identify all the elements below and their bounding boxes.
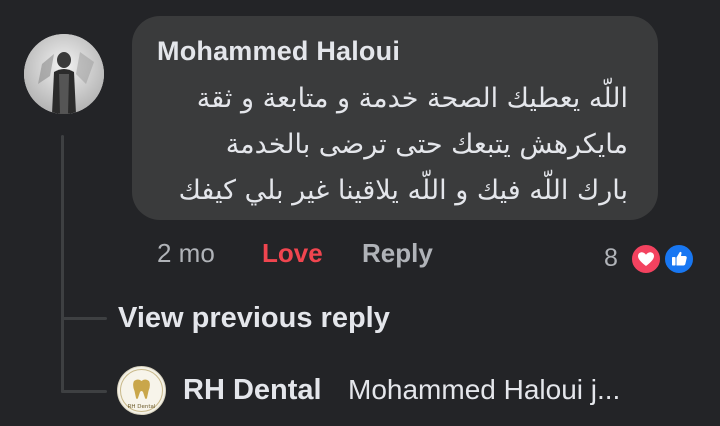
view-previous-reply-link[interactable]: View previous reply: [118, 302, 390, 335]
thread-line-vertical: [61, 135, 64, 393]
heart-icon: [630, 243, 662, 275]
thread-line-branch-2: [61, 390, 107, 393]
thumbs-up-icon: [663, 243, 695, 275]
comment-author[interactable]: Mohammed Haloui: [157, 36, 400, 67]
comment-line: اللّه يعطيك الصحة خدمة و متابعة و ثقة: [196, 83, 628, 114]
comment-timestamp[interactable]: 2 mo: [157, 238, 215, 269]
thread-line-branch-1: [61, 317, 107, 320]
reaction-count: 8: [604, 244, 618, 272]
comment-text: اللّه يعطيك الصحة خدمة و متابعة و ثقة ما…: [148, 76, 628, 214]
avatar[interactable]: RH Dental: [117, 366, 166, 415]
avatar[interactable]: [24, 34, 104, 114]
comment-line: بارك اللّه فيك و اللّه يلاقينا غير بلي ك…: [178, 175, 628, 206]
profile-photo: [24, 34, 104, 114]
reply-text-preview[interactable]: Mohammed Haloui j...: [348, 374, 682, 406]
comment-line: مايكرهش يتبعك حتى ترضى بالخدمة: [225, 129, 628, 160]
rh-dental-logo: RH Dental: [120, 369, 163, 412]
reply-author[interactable]: RH Dental: [183, 374, 322, 407]
reply-button[interactable]: Reply: [362, 238, 433, 269]
reaction-summary[interactable]: 8: [604, 240, 695, 276]
logo-text: RH Dental: [128, 404, 156, 410]
love-button[interactable]: Love: [262, 238, 323, 269]
